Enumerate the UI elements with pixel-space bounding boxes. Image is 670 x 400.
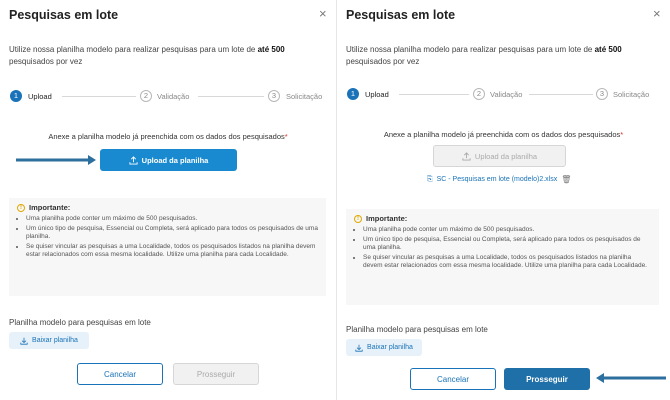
step-3-circle: 3 [268, 90, 280, 102]
required-marker: * [284, 132, 288, 141]
step-2-circle: 2 [473, 88, 485, 100]
intro-limit: até 500 [594, 45, 622, 54]
file-name: SC - Pesquisas em lote (modelo)2.xlsx [436, 176, 558, 183]
step-2-label: Validação [490, 90, 523, 99]
dialog-upload-step-empty: Pesquisas em lote × Utilize nossa planil… [0, 0, 336, 400]
pointer-arrow [596, 373, 666, 383]
upload-sheet-button[interactable]: Upload da planilha [100, 149, 237, 171]
step-connector [529, 94, 593, 95]
intro-text: Utilize nossa planilha modelo para reali… [9, 45, 285, 66]
template-sheet-label: Planilha modelo para pesquisas em lote [346, 325, 488, 334]
template-sheet-label: Planilha modelo para pesquisas em lote [9, 318, 151, 327]
notice-item: Um único tipo de pesquisa, Essencial ou … [363, 236, 651, 253]
dialog-title: Pesquisas em lote [346, 8, 456, 22]
notice-item: Uma planilha pode conter um máximo de 50… [363, 226, 651, 235]
step-2-label: Validação [157, 92, 190, 101]
step-3-circle: 3 [596, 88, 608, 100]
important-notice: ! Importante: Uma planilha pode conter u… [346, 209, 659, 305]
warning-icon: ! [17, 203, 25, 212]
annex-instruction: Anexe a planilha modelo já preenchida co… [48, 132, 288, 141]
dialog-upload-step-file-selected: Pesquisas em lote × Utilize nossa planil… [337, 0, 670, 400]
step-1-circle: 1 [347, 88, 359, 100]
important-notice: ! Importante: Uma planilha pode conter u… [9, 198, 326, 296]
step-connector [399, 94, 469, 95]
upload-icon [462, 151, 471, 161]
file-icon: ⎘ [427, 175, 433, 183]
trash-icon[interactable]: 🗑 [561, 175, 571, 184]
download-sheet-button[interactable]: Baixar planilha [346, 339, 422, 356]
close-icon[interactable]: × [319, 6, 327, 21]
pointer-arrow [16, 155, 96, 165]
download-sheet-button[interactable]: Baixar planilha [9, 332, 89, 349]
notice-title: Importante: [29, 203, 71, 212]
step-1-label: Upload [28, 92, 52, 101]
notice-list: Uma planilha pode conter um máximo de 50… [17, 215, 318, 260]
required-marker: * [620, 130, 624, 139]
close-icon[interactable]: × [653, 6, 661, 21]
step-1-circle: 1 [10, 90, 22, 102]
download-icon [20, 337, 28, 345]
step-3-label: Solicitação [286, 92, 323, 101]
step-3-label: Solicitação [613, 90, 650, 99]
warning-icon: ! [354, 214, 362, 223]
proceed-button[interactable]: Prosseguir [173, 363, 259, 385]
notice-title: Importante: [366, 214, 408, 223]
download-icon [355, 344, 363, 352]
cancel-button[interactable]: Cancelar [77, 363, 163, 385]
proceed-button[interactable]: Prosseguir [504, 368, 590, 390]
step-2-circle: 2 [140, 90, 152, 102]
uploaded-file: ⎘ SC - Pesquisas em lote (modelo)2.xlsx … [427, 175, 571, 184]
step-1-label: Upload [365, 90, 389, 99]
intro-text: Utilize nossa planilha modelo para reali… [346, 45, 622, 66]
dialog-title: Pesquisas em lote [9, 8, 119, 22]
step-connector [62, 96, 136, 97]
cancel-button[interactable]: Cancelar [410, 368, 496, 390]
notice-item: Se quiser vincular as pesquisas a uma Lo… [26, 243, 318, 260]
intro-limit: até 500 [257, 45, 285, 54]
notice-item: Uma planilha pode conter um máximo de 50… [26, 215, 318, 224]
notice-item: Um único tipo de pesquisa, Essencial ou … [26, 225, 318, 242]
step-connector [198, 96, 264, 97]
upload-sheet-button[interactable]: Upload da planilha [433, 145, 566, 167]
notice-item: Se quiser vincular as pesquisas a uma Lo… [363, 254, 651, 271]
upload-icon [129, 155, 138, 165]
notice-list: Uma planilha pode conter um máximo de 50… [354, 226, 651, 271]
annex-instruction: Anexe a planilha modelo já preenchida co… [383, 130, 624, 139]
